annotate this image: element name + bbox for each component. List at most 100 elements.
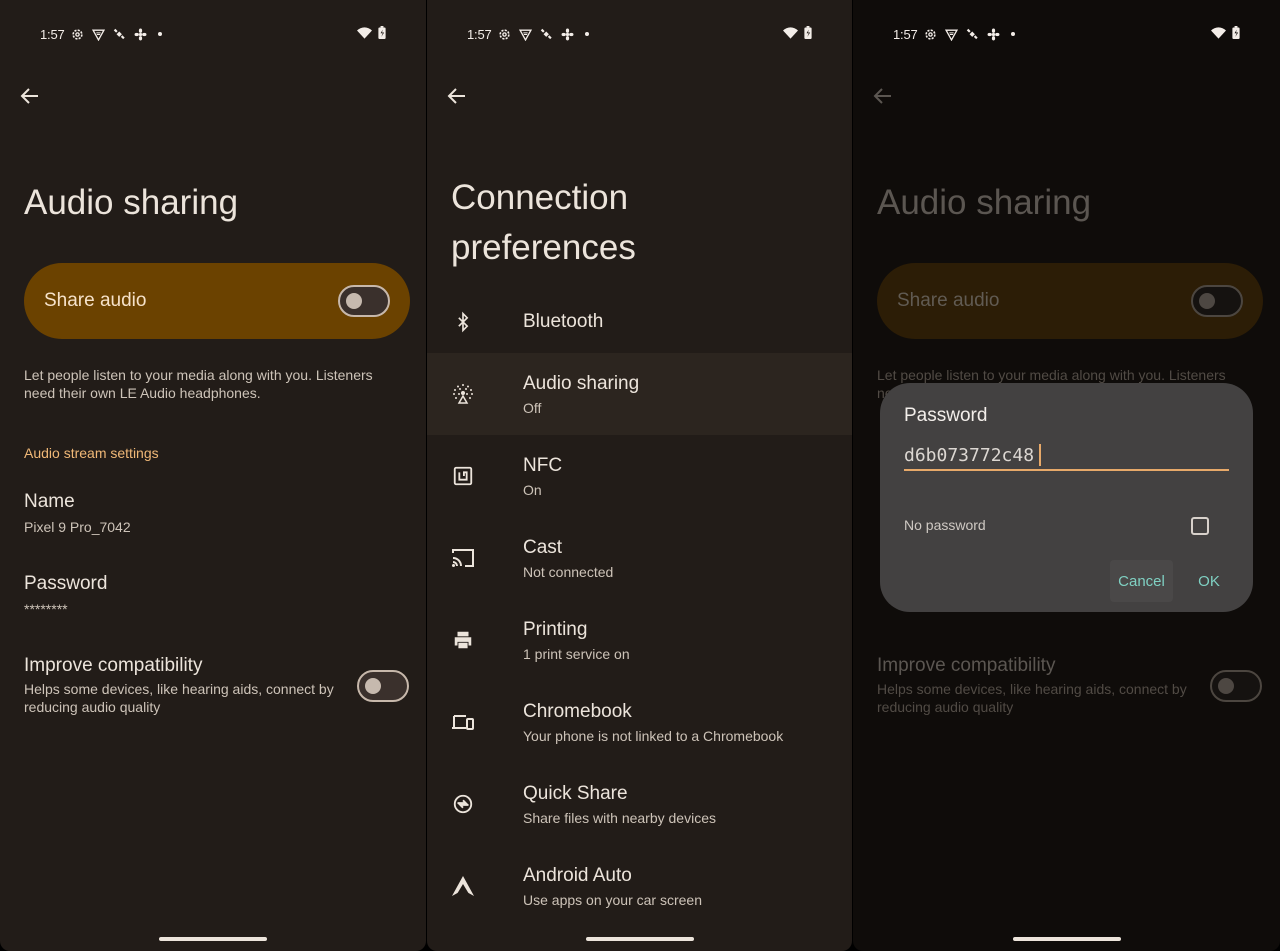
name-value: Pixel 9 Pro_7042 [24, 519, 131, 535]
toggle-knob [1218, 678, 1234, 694]
chromebook-icon [451, 710, 475, 734]
password-dialog: Password No password Cancel OK [880, 383, 1253, 612]
gesture-nav-bar[interactable] [159, 937, 267, 941]
gesture-nav-bar[interactable] [585, 937, 694, 941]
dialog-title: Password [904, 405, 988, 426]
list-item-quick-share[interactable]: Quick Share Share files with nearby devi… [427, 763, 852, 845]
android-auto-icon [451, 874, 475, 898]
list-item-android-auto[interactable]: Android Auto Use apps on your car screen [427, 845, 852, 927]
list-item-title: Android Auto [523, 864, 632, 886]
audio-sharing-icon [451, 382, 475, 406]
list-item-summary: 1 print service on [523, 645, 630, 662]
battery-charging-icon [804, 26, 812, 42]
notification-dot-icon [1010, 32, 1015, 36]
vpn-shield-icon [91, 28, 105, 41]
list-item-title: Audio sharing [523, 372, 640, 394]
share-audio-toggle[interactable] [1191, 285, 1243, 317]
status-bar: 1:57 [893, 24, 1240, 44]
back-arrow-icon [447, 88, 465, 104]
list-item-title: Chromebook [523, 700, 632, 722]
settings-icon [498, 28, 511, 41]
fan-icon [134, 28, 147, 41]
improve-compatibility-toggle[interactable] [1210, 670, 1262, 702]
password-preference[interactable]: Password ******** [24, 572, 107, 618]
status-bar: 1:57 [40, 24, 386, 44]
password-input[interactable] [904, 441, 1229, 471]
list-item-title: NFC [523, 454, 563, 476]
wifi-icon [357, 26, 372, 42]
toggle-knob [346, 293, 362, 309]
toggle-knob [365, 678, 381, 694]
back-button[interactable] [871, 84, 895, 108]
list-item-audio-sharing[interactable]: Audio sharing Off [427, 353, 852, 435]
list-item-title: Printing [523, 618, 588, 640]
notification-dot-icon [157, 32, 162, 36]
notification-dot-icon [584, 32, 589, 36]
improve-compatibility-title: Improve compatibility [24, 655, 203, 676]
settings-icon [71, 28, 84, 41]
list-item-chromebook[interactable]: Chromebook Your phone is not linked to a… [427, 681, 852, 763]
password-value: ******** [24, 601, 68, 617]
improve-compatibility-toggle[interactable] [357, 670, 409, 702]
fan-icon [561, 28, 574, 41]
list-item-nfc[interactable]: NFC On [427, 435, 852, 517]
share-audio-label: Share audio [44, 290, 147, 311]
fan-icon [987, 28, 1000, 41]
wifi-icon [783, 26, 798, 42]
list-item-summary: Not connected [523, 563, 614, 580]
improve-compatibility-preference[interactable]: Improve compatibility Helps some devices… [24, 654, 344, 716]
list-item-cast[interactable]: Cast Not connected [427, 517, 852, 599]
wifi-icon [1211, 26, 1226, 42]
section-header-audio-stream-settings: Audio stream settings [24, 445, 159, 461]
gesture-nav-bar[interactable] [1012, 937, 1121, 941]
nfc-icon [451, 464, 475, 488]
list-item-title: Bluetooth [523, 310, 604, 332]
page-title: Connection preferences [451, 173, 636, 273]
text-cursor [1039, 444, 1041, 466]
page-title: Audio sharing [24, 183, 239, 222]
improve-compatibility-preference[interactable]: Improve compatibility Helps some devices… [877, 654, 1197, 716]
page-title-line2: preferences [451, 228, 636, 267]
list-item-title: Cast [523, 536, 563, 558]
list-item-summary: Off [523, 399, 542, 416]
list-item-printing[interactable]: Printing 1 print service on [427, 599, 852, 681]
audio-sharing-screen: 1:57 Audio sharing Share audio Let peopl… [0, 0, 426, 951]
list-item-summary: Share files with nearby devices [523, 809, 716, 826]
list-item-title: Quick Share [523, 782, 628, 804]
audio-sharing-description: Let people listen to your media along wi… [24, 367, 373, 401]
name-preference[interactable]: Name Pixel 9 Pro_7042 [24, 490, 131, 536]
improve-compatibility-title: Improve compatibility [877, 655, 1056, 676]
satellite-icon [540, 28, 553, 41]
status-time: 1:57 [40, 26, 65, 42]
vpn-shield-icon [518, 28, 532, 41]
vpn-shield-icon [944, 28, 958, 41]
cancel-button[interactable]: Cancel [1110, 560, 1173, 602]
back-button[interactable] [18, 84, 42, 108]
share-audio-label: Share audio [897, 290, 1000, 311]
no-password-checkbox[interactable] [1191, 517, 1209, 535]
name-title: Name [24, 491, 75, 512]
battery-charging-icon [1232, 26, 1240, 42]
share-audio-switch-row[interactable]: Share audio [24, 263, 410, 339]
back-button[interactable] [445, 84, 469, 108]
status-bar: 1:57 [467, 24, 812, 44]
page-title-line1: Connection [451, 178, 629, 217]
printer-icon [451, 628, 475, 652]
ok-button[interactable]: OK [1190, 560, 1228, 602]
list-item-bluetooth[interactable]: Bluetooth [427, 290, 852, 353]
list-item-summary: Your phone is not linked to a Chromebook [523, 727, 784, 744]
quick-share-icon [451, 792, 475, 816]
share-audio-switch-row[interactable]: Share audio [877, 263, 1263, 339]
settings-icon [924, 28, 937, 41]
improve-compatibility-summary: Helps some devices, like hearing aids, c… [877, 681, 1187, 715]
no-password-label: No password [904, 517, 986, 533]
improve-compatibility-summary: Helps some devices, like hearing aids, c… [24, 681, 334, 715]
share-audio-toggle[interactable] [338, 285, 390, 317]
satellite-icon [113, 28, 126, 41]
back-arrow-icon [20, 88, 38, 104]
toggle-knob [1199, 293, 1215, 309]
list-item-summary: On [523, 481, 542, 498]
password-title: Password [24, 573, 108, 594]
status-time: 1:57 [467, 26, 492, 42]
list-item-summary: Use apps on your car screen [523, 891, 702, 908]
